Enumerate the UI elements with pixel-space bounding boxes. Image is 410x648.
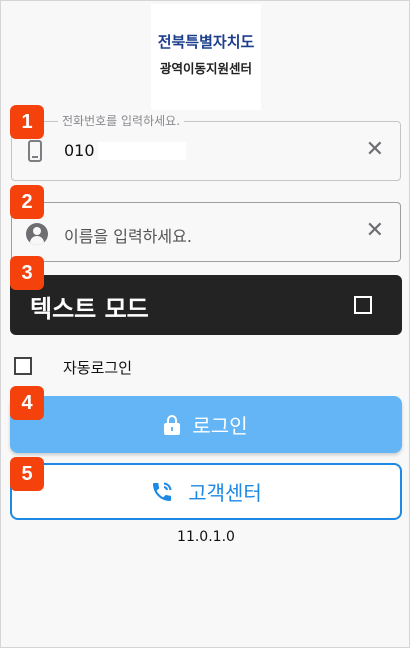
person-icon (26, 223, 48, 245)
logo-line-2: 광역이동지원센터 (159, 61, 252, 76)
text-mode-checkbox[interactable] (354, 296, 372, 314)
login-button[interactable]: 로그인 (10, 396, 402, 453)
name-clear-icon[interactable]: ✕ (366, 219, 384, 243)
phone-field-label: 전화번호를 입력하세요. (58, 112, 185, 129)
customer-center-button[interactable]: 고객센터 (10, 463, 402, 520)
name-field[interactable]: 이름을 입력하세요. ✕ (11, 202, 401, 262)
phone-input[interactable]: 010 (64, 141, 95, 160)
badge-1: 1 (10, 105, 44, 139)
phone-call-icon (150, 480, 174, 504)
name-input[interactable]: 이름을 입력하세요. (64, 223, 192, 247)
badge-4: 4 (10, 386, 44, 420)
text-mode-label: 텍스트 모드 (30, 295, 149, 323)
text-mode-toggle[interactable]: 텍스트 모드 (10, 275, 402, 335)
badge-5: 5 (10, 457, 44, 491)
auto-login-label[interactable]: 자동로그인 (63, 357, 132, 378)
app-screen: 전북특별자치도 광역이동지원센터 전화번호를 입력하세요. 010 ✕ 이름을 … (0, 0, 410, 648)
masked-number (98, 142, 186, 160)
lock-icon (164, 414, 181, 435)
customer-center-label: 고객센터 (188, 481, 262, 505)
login-button-label: 로그인 (192, 414, 248, 438)
logo-line-1: 전북특별자치도 (157, 33, 255, 51)
auto-login-checkbox[interactable] (14, 357, 32, 375)
logo: 전북특별자치도 광역이동지원센터 (151, 4, 261, 110)
phone-icon (28, 140, 42, 162)
app-version: 11.0.1.0 (177, 529, 235, 545)
phone-field[interactable]: 전화번호를 입력하세요. 010 ✕ (11, 112, 401, 181)
badge-3: 3 (10, 256, 44, 290)
phone-clear-icon[interactable]: ✕ (366, 138, 384, 162)
badge-2: 2 (10, 185, 44, 219)
